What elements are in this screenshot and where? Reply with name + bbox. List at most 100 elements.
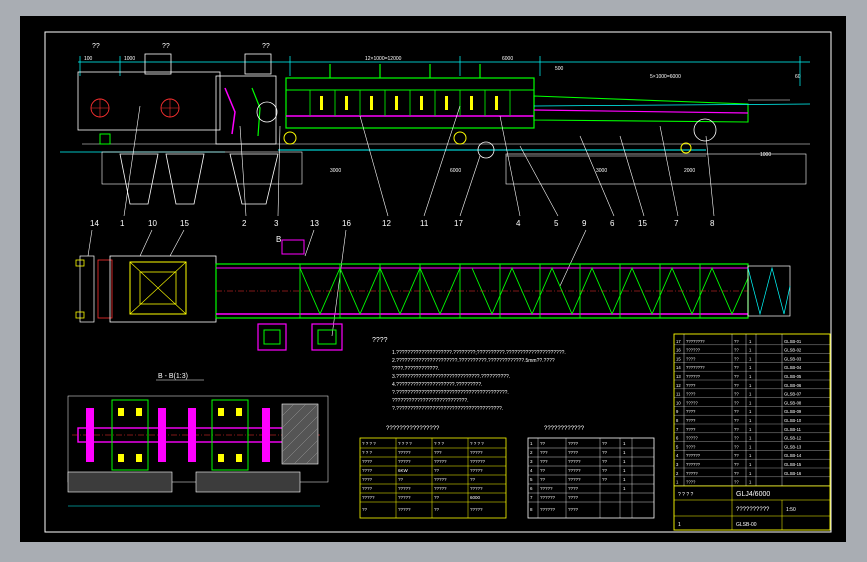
bom-cell: ?????? [686,348,701,353]
spec-cell: ?? [434,468,440,473]
spec-cell: ?? [470,477,476,482]
bom-code: GLSB-03 [784,356,802,361]
spec-cell: ???? [362,486,373,491]
bom-cell: ?? [734,374,739,379]
spec-cell: ????? [434,459,447,464]
part-callout-7: 7 [674,219,679,228]
spec-cell: ????? [362,495,375,500]
lower-dim-1: 3000 [330,168,341,174]
plan-callout-15: 15 [180,219,189,228]
top-label-2: ?? [162,43,170,50]
note-line-4: 3.??????????????????????????????.???????… [392,374,510,380]
motor-cell: 5 [530,477,533,482]
dim-text-6: 5×1000=6000 [650,74,681,80]
note-line-8: ?.??????????????????????????????????????… [392,406,503,412]
bom-cell: 15 [676,356,681,361]
lower-dim-4: 2000 [684,168,695,174]
bom-cell: ?? [734,400,739,405]
spec-cell: ???? [362,468,373,473]
motor-cell: ????? [540,486,553,491]
motor-cell: ????? [568,468,581,473]
drawing-sheet: 1 [678,522,681,528]
bom-cell: 11 [676,392,681,397]
bom-cell: 1 [749,392,752,397]
part-callout-15: 15 [638,219,647,228]
cad-viewport[interactable]: ?? ?? ?? 100 1000 12×1000=12000 6000 500… [20,16,846,542]
motor-cell: ???? [568,495,579,500]
bom-cell: ?? [734,418,739,423]
spec-cell: ????? [398,507,411,512]
part-callout-2: 2 [242,219,247,228]
boiler-body [77,71,221,131]
part-callout-6: 6 [610,219,615,228]
motor-cell: 8 [530,507,533,512]
motor-cell: 2 [530,450,533,455]
bom-cell: ?? [734,339,739,344]
bom-cell: ???? [686,418,696,423]
bom-cell: 1 [749,462,752,467]
drawing-code: GLSB-00 [736,522,757,528]
spec-cell: 6000 [470,495,481,500]
part-callout-17: 17 [454,219,463,228]
bom-code: GLSB-10 [784,418,802,423]
motor-cell: ?? [602,459,608,464]
motor-table: ???????????? 1 ?? ???? ?? 1 2 ??? ???? ?… [527,426,655,519]
bom-code: GLSB-11 [784,427,802,432]
bom-cell: 16 [676,348,681,353]
top-label-1: ?? [92,43,100,50]
dim-text-2: 1000 [124,56,135,62]
part-callout-12: 12 [382,219,391,228]
bom-code: GLSB-12 [784,436,802,441]
bom-cell: ????? [686,471,698,476]
drawing-scale: 1:50 [786,507,796,513]
technical-notes: ???? 1.????????????????????.????????;???… [372,337,566,412]
bom-cell: 14 [676,365,681,370]
cad-drawing-canvas[interactable]: ?? ?? ?? 100 1000 12×1000=12000 6000 500… [20,16,846,542]
bom-cell: ???? [686,392,696,397]
bom-cell: ???? [686,383,696,388]
bom-cell: 17 [676,339,681,344]
bom-cell: ?? [734,383,739,388]
bom-code: GLSB-09 [784,409,802,414]
drawing-name: ?????????? [736,507,770,513]
note-line-7: ???????????????????????????. [392,398,468,404]
bom-cell: ?? [734,480,739,485]
bom-cell: ????? [686,436,698,441]
motor-cell: 6 [530,486,533,491]
bom-cell: ?? [734,409,739,414]
bom-cell: 1 [749,480,752,485]
bom-cell: ???????? [686,365,705,370]
bom-cell: ?? [734,444,739,449]
plan-callout-10: 10 [148,219,157,228]
bom-cell: 12 [676,383,681,388]
bom-cell: ?? [734,436,739,441]
bill-of-materials: 17?????????? 1 GLSB-0116???????? 1 GLSB-0215… [673,333,831,531]
note-line-3: ????.????????????. [392,366,439,372]
bom-cell: ?? [734,453,739,458]
bom-cell: ?????? [686,374,701,379]
spec-header-1: ? ? ? ? [362,441,376,446]
bom-code: GLSB-05 [784,374,802,379]
motor-cell: ?? [540,477,546,482]
motor-cell: ?? [602,477,608,482]
motor-cell: 1 [530,441,533,446]
motor-cell: 1 [623,468,626,473]
plan-callout-9: 9 [582,219,587,228]
spec-header-3: ? ? ? [434,441,445,446]
spec-cell: ?? [362,507,368,512]
spec-cell: ????? [470,507,483,512]
motor-table-title: ???????????? [544,426,585,432]
plan-callout-14: 14 [90,219,99,228]
plan-callout-16: 16 [342,219,351,228]
bom-code: GLSB-08 [784,400,802,405]
bom-cell: ?? [734,392,739,397]
motor-cell: 3 [530,459,533,464]
bom-cell: ?????? [686,462,701,467]
bom-code: GLSB-07 [784,392,802,397]
spec-cell: ????? [434,477,447,482]
title-mark: ? ? ? ? [678,492,694,498]
spec-cell: ?? [434,495,440,500]
part-callout-11: 11 [420,219,429,228]
motor-cell: ????? [568,459,581,464]
bom-cell: 7 [676,427,679,432]
